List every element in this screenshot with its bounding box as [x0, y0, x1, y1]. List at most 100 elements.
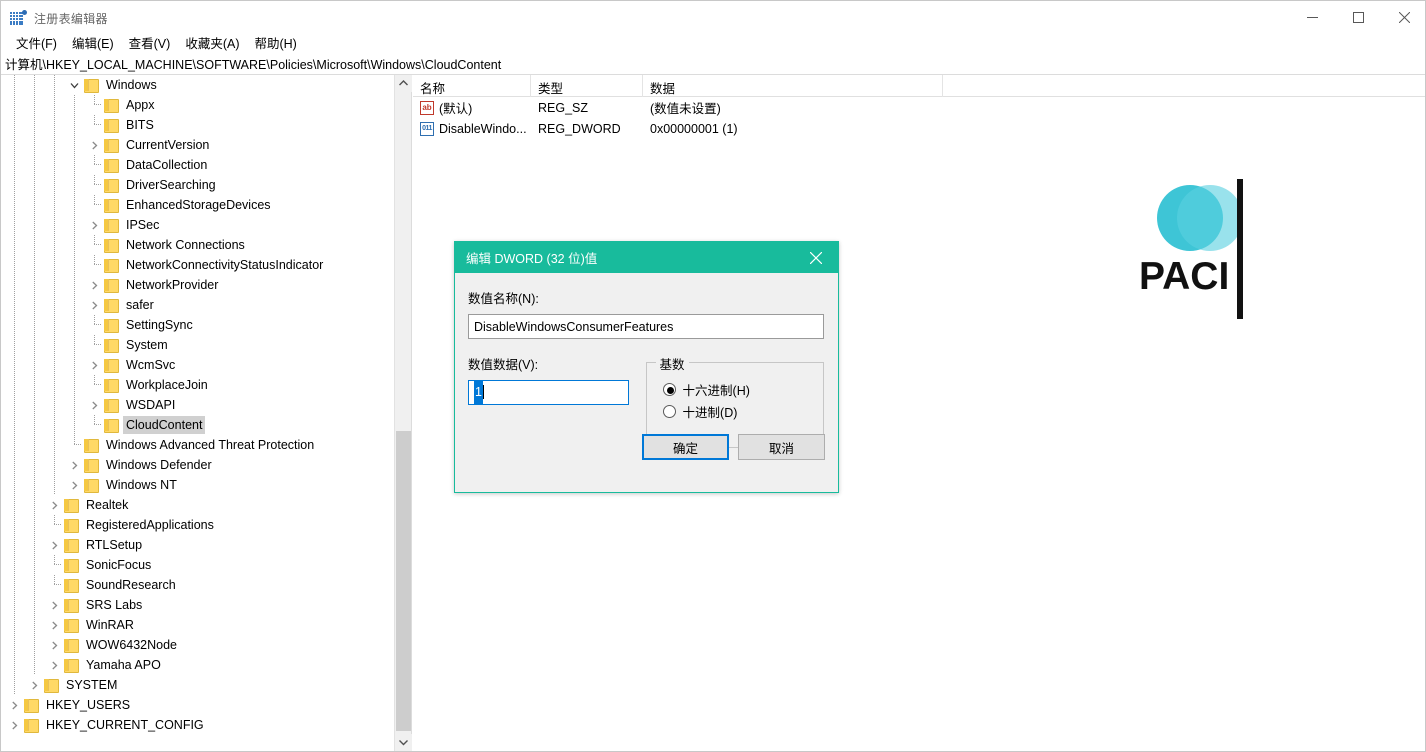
folder-icon [102, 238, 119, 253]
tree-item-label: WorkplaceJoin [126, 378, 208, 392]
menu-file[interactable]: 文件(F) [9, 31, 65, 54]
chevron-right-icon[interactable] [86, 295, 102, 315]
folder-icon [62, 578, 79, 593]
tree-item-currentversion[interactable]: CurrentVersion [2, 135, 394, 155]
chevron-right-icon[interactable] [46, 635, 62, 655]
tree-item-driversearching[interactable]: DriverSearching [2, 175, 394, 195]
chevron-right-icon[interactable] [86, 215, 102, 235]
tree-item-realtek[interactable]: Realtek [2, 495, 394, 515]
column-header-type[interactable]: 类型 [531, 75, 643, 97]
dialog-close-icon[interactable] [794, 242, 838, 273]
folder-icon [62, 518, 79, 533]
tree-item-settingsync[interactable]: SettingSync [2, 315, 394, 335]
tree-leaf-connector [86, 155, 102, 175]
radio-decimal-label: 十进制(D) [682, 405, 738, 420]
menu-view[interactable]: 查看(V) [122, 31, 179, 54]
scrollbar-thumb[interactable] [396, 431, 411, 731]
tree-item-wcmsvc[interactable]: WcmSvc [2, 355, 394, 375]
chevron-right-icon[interactable] [66, 455, 82, 475]
tree-item-networkprovider[interactable]: NetworkProvider [2, 275, 394, 295]
tree-item-system[interactable]: SYSTEM [2, 675, 394, 695]
chevron-right-icon[interactable] [46, 655, 62, 675]
cancel-button[interactable]: 取消 [738, 434, 825, 460]
scroll-down-arrow[interactable] [395, 734, 412, 751]
maximize-button[interactable] [1335, 1, 1381, 34]
tree-item-winrar[interactable]: WinRAR [2, 615, 394, 635]
tree-item-appx[interactable]: Appx [2, 95, 394, 115]
tree-item-safer[interactable]: safer [2, 295, 394, 315]
tree-item-windows-advanced-threat-protection[interactable]: Windows Advanced Threat Protection [2, 435, 394, 455]
value-data-cell: (数值未设置) [650, 102, 721, 116]
chevron-right-icon[interactable] [26, 675, 42, 695]
folder-icon [82, 478, 99, 493]
ok-button[interactable]: 确定 [642, 434, 729, 460]
tree-item-windows-nt[interactable]: Windows NT [2, 475, 394, 495]
tree-item-hkey-users[interactable]: HKEY_USERS [2, 695, 394, 715]
dialog-body: 数值名称(N): 数值数据(V): 1 基数 十六进制(H) [455, 273, 838, 494]
tree-item-windows-defender[interactable]: Windows Defender [2, 455, 394, 475]
tree-item-label: Network Connections [126, 238, 245, 252]
chevron-right-icon[interactable] [6, 695, 22, 715]
radio-decimal[interactable]: 十进制(D) [662, 400, 823, 422]
chevron-right-icon[interactable] [86, 135, 102, 155]
tree-leaf-connector [46, 575, 62, 595]
tree-item-wsdapi[interactable]: WSDAPI [2, 395, 394, 415]
folder-icon [62, 558, 79, 573]
column-header-name[interactable]: 名称 [413, 75, 531, 97]
menu-help[interactable]: 帮助(H) [247, 31, 304, 54]
value-name-input[interactable] [468, 314, 824, 339]
chevron-right-icon[interactable] [46, 495, 62, 515]
chevron-right-icon[interactable] [6, 715, 22, 735]
tree-item-system[interactable]: System [2, 335, 394, 355]
tree-item-ipsec[interactable]: IPSec [2, 215, 394, 235]
tree-scrollbar[interactable] [394, 75, 412, 751]
value-data-input[interactable]: 1 [468, 380, 629, 405]
base-group-label: 基数 [655, 354, 689, 373]
tree-leaf-connector [86, 335, 102, 355]
tree-item-windows[interactable]: Windows [2, 75, 394, 95]
tree-item-yamaha-apo[interactable]: Yamaha APO [2, 655, 394, 675]
chevron-right-icon[interactable] [86, 395, 102, 415]
chevron-right-icon[interactable] [46, 535, 62, 555]
tree-item-network-connections[interactable]: Network Connections [2, 235, 394, 255]
chevron-right-icon[interactable] [66, 475, 82, 495]
chevron-down-icon[interactable] [66, 75, 82, 95]
table-row[interactable]: ab (默认) REG_SZ (数值未设置) [413, 97, 1425, 118]
folder-icon [82, 438, 99, 453]
tree-item-hkey-current-config[interactable]: HKEY_CURRENT_CONFIG [2, 715, 394, 735]
tree-item-datacollection[interactable]: DataCollection [2, 155, 394, 175]
tree-item-label: DataCollection [126, 158, 208, 172]
tree-item-wow6432node[interactable]: WOW6432Node [2, 635, 394, 655]
registry-editor-window: 注册表编辑器 文件(F) 编辑(E) 查看(V) 收藏夹(A) 帮助(H) 计算… [0, 0, 1426, 752]
radio-hexadecimal[interactable]: 十六进制(H) [662, 378, 823, 400]
menu-edit[interactable]: 编辑(E) [65, 31, 122, 54]
dword-value-icon: 011 [420, 121, 434, 136]
chevron-right-icon[interactable] [46, 595, 62, 615]
address-bar[interactable]: 计算机\HKEY_LOCAL_MACHINE\SOFTWARE\Policies… [1, 53, 1425, 75]
value-type-cell: REG_DWORD [538, 121, 621, 136]
table-row[interactable]: 011 DisableWindo... REG_DWORD 0x00000001… [413, 118, 1425, 139]
close-button[interactable] [1381, 1, 1425, 34]
tree-item-sonicfocus[interactable]: SonicFocus [2, 555, 394, 575]
chevron-right-icon[interactable] [86, 355, 102, 375]
tree-item-label: BITS [126, 118, 154, 132]
tree-item-cloudcontent[interactable]: CloudContent [2, 415, 394, 435]
tree-item-label: Windows [106, 78, 157, 92]
column-header-data[interactable]: 数据 [643, 75, 943, 97]
tree-item-bits[interactable]: BITS [2, 115, 394, 135]
menu-favorites[interactable]: 收藏夹(A) [178, 31, 247, 54]
tree-item-soundresearch[interactable]: SoundResearch [2, 575, 394, 595]
tree-item-label: WSDAPI [126, 398, 176, 412]
tree-item-workplacejoin[interactable]: WorkplaceJoin [2, 375, 394, 395]
tree-item-enhancedstoragedevices[interactable]: EnhancedStorageDevices [2, 195, 394, 215]
tree-item-networkconnectivitystatusindicator[interactable]: NetworkConnectivityStatusIndicator [2, 255, 394, 275]
chevron-right-icon[interactable] [86, 275, 102, 295]
chevron-right-icon[interactable] [46, 615, 62, 635]
minimize-button[interactable] [1289, 1, 1335, 34]
scroll-up-arrow[interactable] [395, 75, 412, 92]
tree-leaf-connector [86, 115, 102, 135]
tree-item-srs-labs[interactable]: SRS Labs [2, 595, 394, 615]
tree-item-rtlsetup[interactable]: RTLSetup [2, 535, 394, 555]
tree-leaf-connector [86, 255, 102, 275]
tree-item-registeredapplications[interactable]: RegisteredApplications [2, 515, 394, 535]
